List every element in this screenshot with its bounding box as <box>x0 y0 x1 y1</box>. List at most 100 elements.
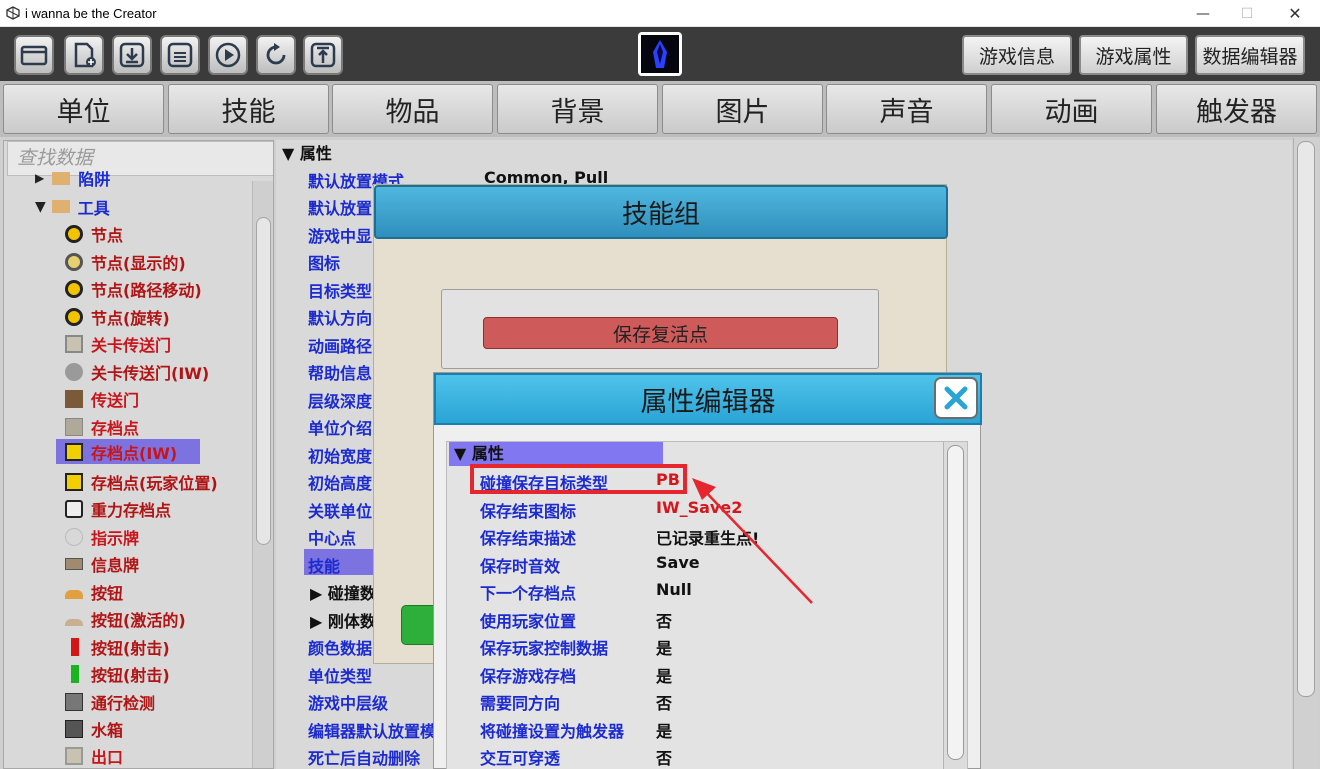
tab-sounds[interactable]: 声音 <box>826 84 987 134</box>
editor-value[interactable]: 是 <box>656 718 672 742</box>
lock-icon <box>65 692 83 711</box>
category-tabs: 单位 技能 物品 背景 图片 声音 动画 触发器 <box>0 81 1320 137</box>
editor-key[interactable]: 保存结束描述 <box>480 525 576 549</box>
folder-icon <box>51 200 70 213</box>
close-dialog-button[interactable] <box>934 377 978 419</box>
tree-item[interactable]: 传送门 <box>65 386 139 411</box>
property-key[interactable]: 初始宽度 <box>308 443 372 467</box>
tree-item[interactable]: 按钮 <box>65 579 123 604</box>
editor-value[interactable]: Null <box>656 580 692 599</box>
tree-item[interactable]: 按钮(射击) <box>65 661 170 686</box>
main-scrollbar[interactable] <box>1293 138 1318 769</box>
tree-item[interactable]: 存档点 <box>65 414 139 439</box>
maximize-button[interactable]: ☐ <box>1224 0 1270 27</box>
property-key[interactable]: 游戏中显 <box>308 223 372 247</box>
tree-item[interactable]: 水箱 <box>65 716 123 741</box>
property-key[interactable]: 编辑器默认放置模 <box>308 718 436 742</box>
data-editor-button[interactable]: 数据编辑器 <box>1195 35 1305 75</box>
new-file-button[interactable] <box>64 35 104 75</box>
property-key[interactable]: 图标 <box>308 250 340 274</box>
tree-scrollbar-thumb[interactable] <box>256 217 271 545</box>
editor-value[interactable]: 是 <box>656 663 672 687</box>
property-key[interactable]: 目标类型 <box>308 278 372 302</box>
editor-key[interactable]: 需要同方向 <box>480 690 560 714</box>
property-key[interactable]: 死亡后自动删除 <box>308 745 420 769</box>
export-button[interactable] <box>303 35 343 75</box>
tree-item[interactable]: 按钮(射击) <box>65 634 170 659</box>
property-key[interactable]: 关联单位 <box>308 498 372 522</box>
download-button[interactable] <box>112 35 152 75</box>
properties-header[interactable]: ▼ 属性 <box>282 140 332 164</box>
editor-value[interactable]: 是 <box>656 635 672 659</box>
window-title: i wanna be the Creator <box>25 5 157 21</box>
property-key[interactable]: 动画路径 <box>308 333 372 357</box>
property-group[interactable]: ▶ 碰撞数 <box>310 580 376 604</box>
tree-item[interactable]: 关卡传送门(IW) <box>65 359 209 384</box>
editor-value[interactable]: 否 <box>656 608 672 632</box>
editor-value[interactable]: Save <box>656 553 700 572</box>
main-scrollbar-thumb[interactable] <box>1297 141 1315 697</box>
tree-item[interactable]: 节点 <box>65 221 123 246</box>
property-key[interactable]: 颜色数据 <box>308 635 372 659</box>
save-respawn-skill-item[interactable]: 保存复活点 <box>483 317 838 349</box>
tree-folder-traps[interactable]: ▶ 陷阱 <box>35 169 110 187</box>
editor-value[interactable]: 已记录重生点! <box>656 525 759 549</box>
property-key[interactable]: 单位类型 <box>308 663 372 687</box>
editor-key[interactable]: 保存游戏存档 <box>480 663 576 687</box>
editor-key[interactable]: 将碰撞设置为触发器 <box>480 718 624 742</box>
tree-item[interactable]: 重力存档点 <box>65 496 171 521</box>
editor-value[interactable]: IW_Save2 <box>656 498 742 517</box>
game-properties-button[interactable]: 游戏属性 <box>1079 35 1188 75</box>
editor-key[interactable]: 交互可穿透 <box>480 745 560 769</box>
tree-item[interactable]: 节点(显示的) <box>65 249 186 274</box>
tree-folder-tools[interactable]: ▼ 工具 <box>35 194 110 219</box>
editor-key[interactable]: 下一个存档点 <box>480 580 576 604</box>
property-key[interactable]: 帮助信息 <box>308 360 372 384</box>
property-group[interactable]: ▶ 刚体数 <box>310 608 376 632</box>
editor-scrollbar-thumb[interactable] <box>947 445 964 760</box>
tree-item[interactable]: 节点(路径移动) <box>65 276 202 301</box>
tab-images[interactable]: 图片 <box>662 84 823 134</box>
editor-section-header[interactable]: ▼ 属性 <box>449 442 663 466</box>
editor-key[interactable]: 保存时音效 <box>480 553 560 577</box>
property-key[interactable]: 游戏中层级 <box>308 690 388 714</box>
property-key[interactable]: 初始高度 <box>308 470 372 494</box>
tree-item[interactable]: 出口 <box>65 743 123 768</box>
editor-key[interactable]: 保存结束图标 <box>480 498 576 522</box>
editor-key[interactable]: 保存玩家控制数据 <box>480 635 608 659</box>
tree-item[interactable]: 按钮(激活的) <box>65 606 186 631</box>
tab-skills[interactable]: 技能 <box>168 84 329 134</box>
tree-item[interactable]: 通行检测 <box>65 689 155 714</box>
editor-value[interactable]: 否 <box>656 745 672 769</box>
tree-item[interactable]: 指示牌 <box>65 524 139 549</box>
property-key[interactable]: 中心点 <box>308 525 356 549</box>
refresh-button[interactable] <box>256 35 296 75</box>
tab-items[interactable]: 物品 <box>332 84 493 134</box>
play-button[interactable] <box>208 35 248 75</box>
close-window-button[interactable]: ✕ <box>1272 0 1318 27</box>
property-key[interactable]: 默认放置 <box>308 195 372 219</box>
tab-units[interactable]: 单位 <box>3 84 164 134</box>
tree-scrollbar[interactable] <box>252 181 273 768</box>
editor-key[interactable]: 使用玩家位置 <box>480 608 576 632</box>
property-key[interactable]: 单位介绍 <box>308 415 372 439</box>
node-rotate-icon <box>65 307 83 326</box>
tab-triggers[interactable]: 触发器 <box>1156 84 1317 134</box>
property-key[interactable]: 层级深度 <box>308 388 372 412</box>
folder-icon <box>52 171 71 185</box>
tree-item-selected[interactable]: 存档点(IW) <box>56 439 200 464</box>
tree-item[interactable]: 关卡传送门 <box>65 331 171 356</box>
tab-animations[interactable]: 动画 <box>991 84 1152 134</box>
editor-scrollbar[interactable] <box>943 442 967 769</box>
open-folder-button[interactable] <box>14 35 54 75</box>
editor-value[interactable]: 否 <box>656 690 672 714</box>
tab-backgrounds[interactable]: 背景 <box>497 84 658 134</box>
property-key[interactable]: 默认方向 <box>308 305 372 329</box>
minimize-button[interactable]: — <box>1180 0 1226 27</box>
save-button[interactable] <box>160 35 200 75</box>
game-info-button[interactable]: 游戏信息 <box>962 35 1072 75</box>
tree-item[interactable]: 节点(旋转) <box>65 304 170 329</box>
tree-item[interactable]: 存档点(玩家位置) <box>65 469 218 494</box>
tree-item[interactable]: 信息牌 <box>65 551 139 576</box>
property-key-skills[interactable]: 技能 <box>308 553 340 577</box>
